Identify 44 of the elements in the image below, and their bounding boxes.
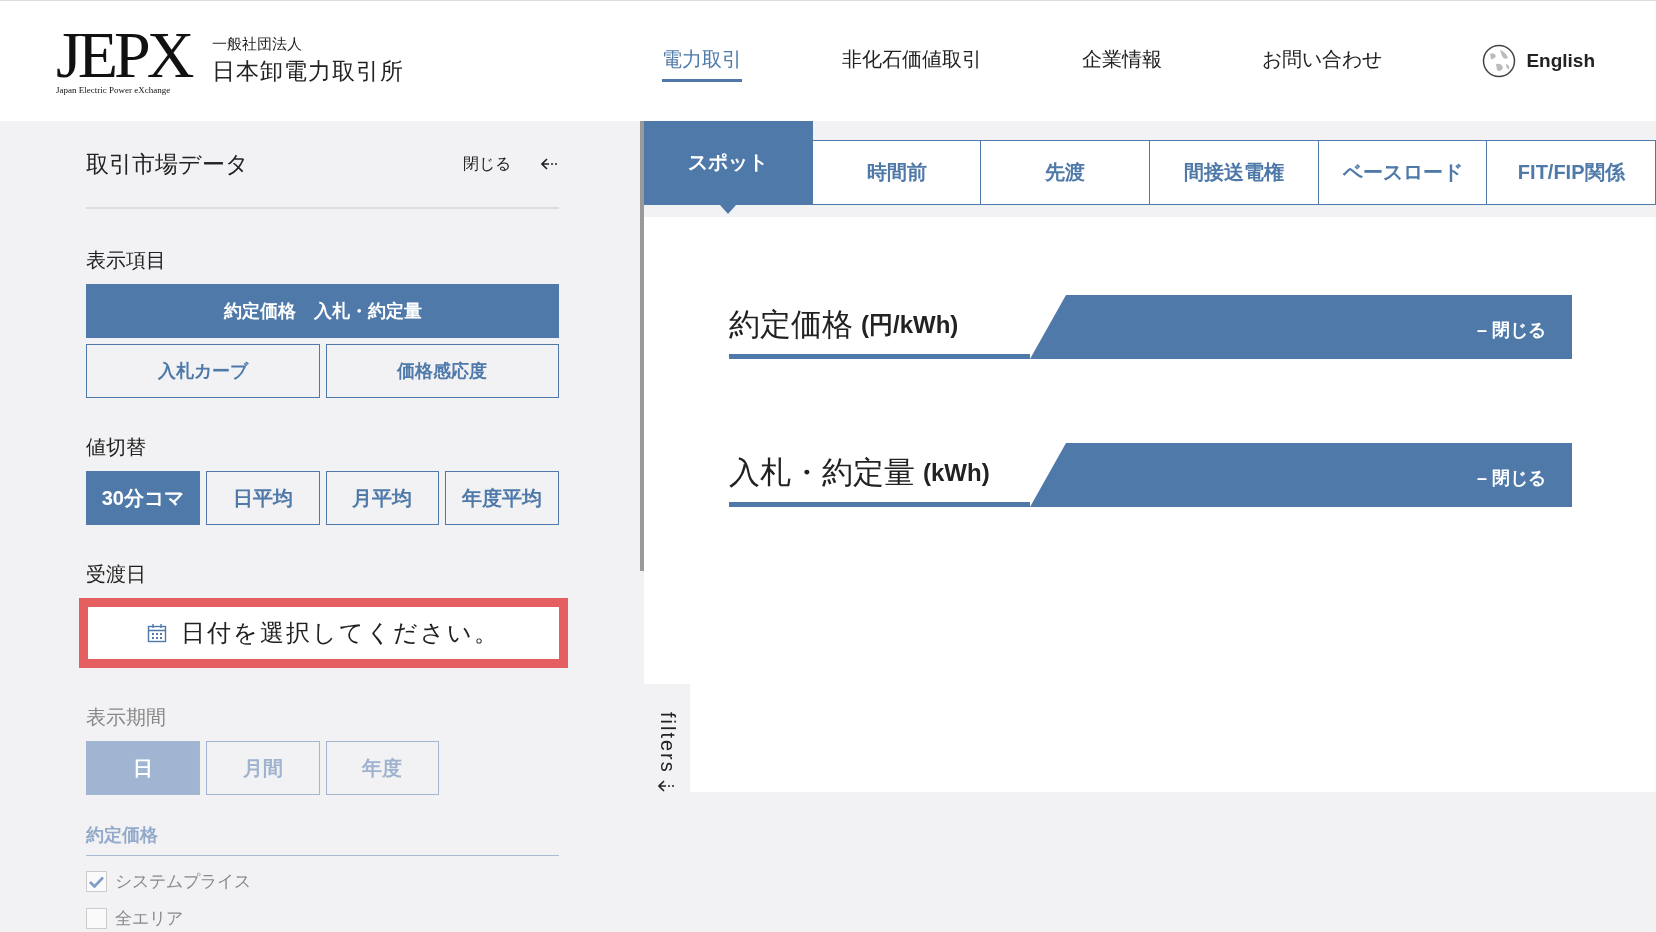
logo-text[interactable]: JEPX — [56, 27, 191, 83]
unit-label: (kWh) — [923, 458, 990, 487]
option-button[interactable]: 約定価格 入札・約定量 — [86, 284, 559, 338]
globe-icon[interactable] — [1482, 44, 1517, 78]
nav-link[interactable]: 電力取引 — [662, 40, 743, 82]
organization-type: 一般社団法人 — [212, 35, 304, 54]
option-button[interactable]: 30分コマ — [86, 471, 200, 525]
scrollbar[interactable] — [640, 121, 644, 571]
calendar-icon — [147, 623, 167, 643]
section-title: 入札・約定量 — [729, 453, 915, 492]
filter-heading: 約定価格 — [86, 823, 559, 856]
market-tab[interactable]: 間接送電権 — [1150, 140, 1319, 205]
checkbox-label: 全エリア — [115, 908, 183, 930]
collapse-button[interactable]: – 閉じる — [1471, 465, 1552, 491]
market-tab[interactable]: FIT/FIP関係 — [1487, 140, 1656, 205]
market-tab[interactable]: 先渡 — [981, 140, 1150, 205]
market-tab[interactable]: スポット — [644, 121, 813, 205]
option-button[interactable]: 日平均 — [205, 471, 320, 525]
option-button[interactable]: 入札カーブ — [86, 344, 320, 398]
option-button[interactable]: 価格感応度 — [325, 344, 559, 398]
option-button[interactable]: 年度平均 — [445, 471, 559, 525]
organization-name: 日本卸電力取引所 — [212, 57, 405, 86]
filters-tab[interactable]: filters — [655, 712, 679, 774]
language-link[interactable]: English — [1526, 50, 1595, 72]
logo-subtitle: Japan Electric Power eXchange — [56, 85, 171, 95]
option-button[interactable]: 月平均 — [325, 471, 440, 525]
section-label: 値切替 — [86, 435, 147, 460]
panel-title: 取引市場データ — [86, 149, 250, 179]
section-label: 表示期間 — [86, 705, 167, 730]
close-link[interactable]: 閉じる — [463, 153, 511, 175]
section-label: 受渡日 — [86, 562, 147, 587]
section-label: 表示項目 — [86, 248, 167, 273]
nav-link[interactable]: 企業情報 — [1082, 40, 1163, 82]
nav-link[interactable]: 非化石価値取引 — [842, 40, 983, 82]
date-field[interactable]: 日付を選択してください。 — [79, 598, 568, 668]
market-tab[interactable]: 時間前 — [812, 140, 982, 205]
checkbox-label: システムプライス — [115, 871, 251, 893]
market-tab[interactable]: ベースロード — [1318, 140, 1488, 205]
collapse-button[interactable]: – 閉じる — [1471, 317, 1552, 343]
back-arrow-icon[interactable] — [541, 158, 559, 170]
back-arrow-icon[interactable] — [658, 780, 676, 792]
nav-link[interactable]: お問い合わせ — [1262, 40, 1383, 82]
unit-label: (円/kWh) — [861, 309, 959, 340]
section-title: 約定価格 — [729, 305, 853, 344]
